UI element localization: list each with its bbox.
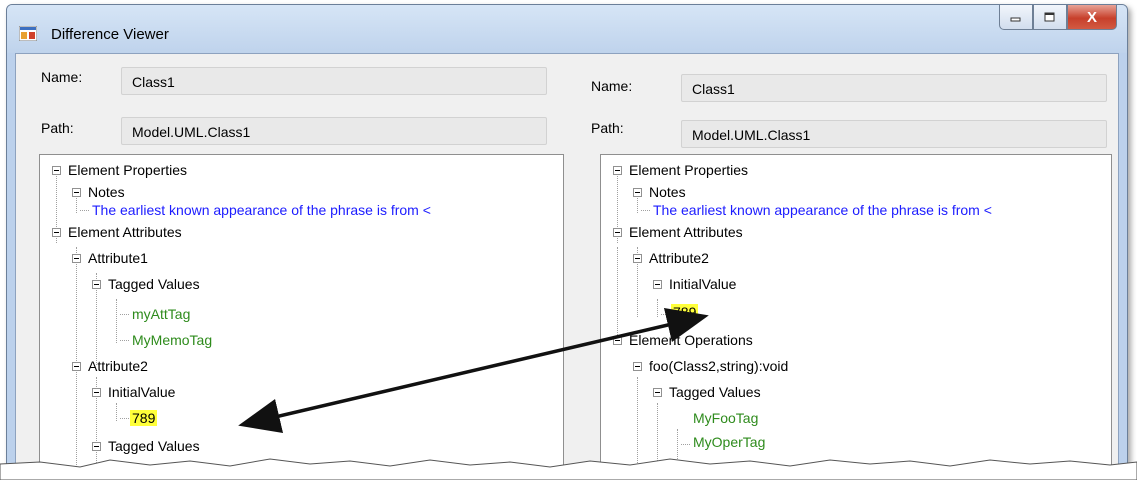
left-tree-view[interactable]: Element Properties Notes The earliest kn… [39, 154, 564, 475]
tree-node-label: Attribute2 [88, 358, 148, 374]
collapse-icon[interactable] [92, 388, 101, 397]
collapse-icon[interactable] [633, 362, 642, 371]
tree-node-label: Element Attributes [68, 224, 182, 240]
maximize-icon [1044, 12, 1055, 22]
collapse-icon[interactable] [72, 188, 81, 197]
tree-node-element-properties[interactable]: Element Properties [52, 159, 187, 181]
app-icon [19, 26, 37, 41]
tree-node-initial-value[interactable]: InitialValue [653, 273, 736, 295]
collapse-icon[interactable] [52, 166, 61, 175]
left-name-field[interactable]: Class1 [121, 67, 547, 95]
right-path-field[interactable]: Model.UML.Class1 [681, 120, 1107, 148]
collapse-icon[interactable] [633, 254, 642, 263]
right-name-field[interactable]: Class1 [681, 74, 1107, 102]
tree-node-element-operations[interactable]: Element Operations [613, 329, 753, 351]
client-area: Name: Class1 Path: Model.UML.Class1 Elem… [15, 53, 1119, 475]
left-path-field[interactable]: Model.UML.Class1 [121, 117, 547, 145]
tree-node-label: Notes [649, 184, 686, 200]
tree-node-label: Notes [88, 184, 125, 200]
maximize-button[interactable] [1033, 5, 1067, 30]
tree-node-tagged-values[interactable]: Tagged Values [653, 381, 761, 403]
tree-node-label: foo(Class2,string):void [649, 358, 789, 374]
collapse-icon[interactable] [613, 336, 622, 345]
right-tree-view[interactable]: Element Properties Notes The earliest kn… [600, 154, 1112, 475]
collapse-icon[interactable] [92, 280, 101, 289]
tree-node-element-attributes[interactable]: Element Attributes [52, 221, 182, 243]
collapse-icon[interactable] [613, 166, 622, 175]
minimize-icon [1010, 17, 1021, 22]
torn-edge [0, 458, 1137, 480]
collapse-icon[interactable] [653, 280, 662, 289]
window-controls: X [999, 5, 1117, 31]
collapse-icon[interactable] [613, 228, 622, 237]
tree-node-attribute2[interactable]: Attribute2 [72, 355, 148, 377]
tree-node-label: Element Attributes [629, 224, 743, 240]
close-icon: X [1086, 8, 1097, 26]
changed-value-highlight: 789 [130, 410, 158, 426]
tree-node-notes-text[interactable]: The earliest known appearance of the phr… [92, 199, 431, 221]
tree-node-value[interactable]: 789 [671, 301, 699, 323]
tree-node-operation[interactable]: foo(Class2,string):void [633, 355, 788, 377]
tree-node-element-properties[interactable]: Element Properties [613, 159, 748, 181]
tree-node-label: Attribute1 [88, 250, 148, 266]
collapse-icon[interactable] [653, 388, 662, 397]
tree-node-my-att-tag[interactable]: myAttTag [132, 303, 190, 325]
tree-node-label: InitialValue [108, 384, 176, 400]
changed-value-highlight: 789 [671, 304, 699, 320]
left-path-label: Path: [41, 120, 74, 136]
tree-node-my-memo-tag[interactable]: MyMemoTag [132, 329, 212, 351]
tree-node-label: Element Properties [68, 162, 188, 178]
right-name-label: Name: [591, 78, 633, 94]
tree-node-element-attributes[interactable]: Element Attributes [613, 221, 743, 243]
tree-node-attribute2[interactable]: Attribute2 [633, 247, 709, 269]
collapse-icon[interactable] [633, 188, 642, 197]
tree-node-value[interactable]: 789 [130, 407, 158, 429]
tree-node-label: InitialValue [669, 276, 737, 292]
title-bar[interactable]: Difference Viewer X [7, 5, 1127, 53]
tree-node-label: Element Properties [629, 162, 749, 178]
collapse-icon[interactable] [72, 254, 81, 263]
collapse-icon[interactable] [72, 362, 81, 371]
left-name-label: Name: [41, 69, 83, 85]
tree-node-label: Element Operations [629, 332, 753, 348]
close-button[interactable]: X [1067, 5, 1117, 30]
window-title: Difference Viewer [51, 26, 169, 43]
minimize-button[interactable] [999, 5, 1033, 30]
tree-node-initial-value[interactable]: InitialValue [92, 381, 175, 403]
tree-node-label: Tagged Values [108, 276, 200, 292]
tree-node-my-foo-tag[interactable]: MyFooTag [693, 407, 758, 429]
tree-node-label: Attribute2 [649, 250, 709, 266]
tree-node-notes-text[interactable]: The earliest known appearance of the phr… [653, 199, 992, 221]
collapse-icon[interactable] [52, 228, 61, 237]
tree-node-tagged-values[interactable]: Tagged Values [92, 273, 200, 295]
right-path-label: Path: [591, 120, 624, 136]
tree-node-attribute1[interactable]: Attribute1 [72, 247, 148, 269]
tree-node-label: Tagged Values [669, 384, 761, 400]
difference-viewer-window: Difference Viewer X Name: Class1 Path: M… [6, 4, 1128, 476]
